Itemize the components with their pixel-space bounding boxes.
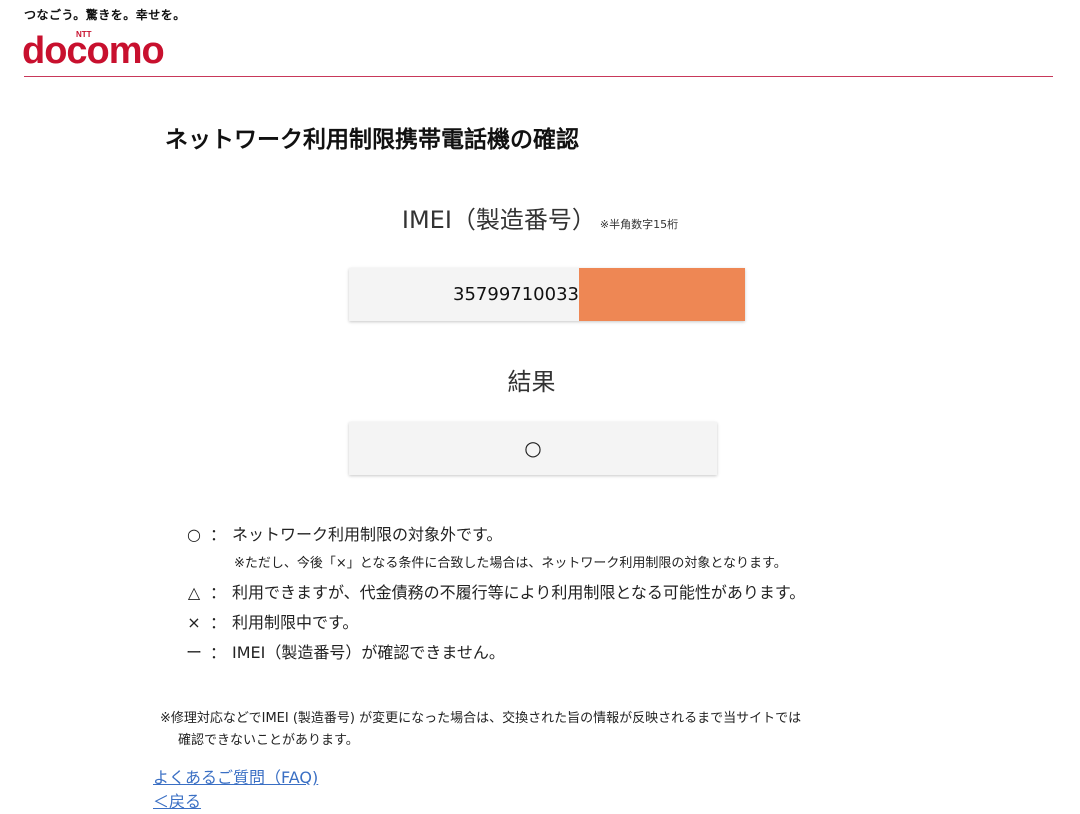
legend-item: △ ： 利用できますが、代金債務の不履行等により利用制限となる可能性があります。 bbox=[184, 578, 944, 608]
logo-wordmark: docomo bbox=[22, 30, 165, 72]
footnote-line: ※修理対応などでIMEI (製造番号) が変更になった場合は、交換された旨の情報… bbox=[160, 711, 802, 726]
legend-text: 利用できますが、代金債務の不履行等により利用制限となる可能性があります。 bbox=[232, 583, 806, 602]
legend-symbol: ○ bbox=[187, 525, 201, 544]
header-divider bbox=[24, 76, 1053, 77]
legend-item: ー ： IMEI（製造番号）が確認できません。 bbox=[184, 638, 944, 668]
imei-display-field: 35799710033 bbox=[349, 268, 745, 321]
legend-colon: ： bbox=[210, 583, 227, 602]
legend-item: ○ ： ネットワーク利用制限の対象外です。 bbox=[184, 520, 944, 550]
footnote-line: 確認できないことがあります。 bbox=[178, 733, 359, 748]
legend-colon: ： bbox=[210, 613, 227, 632]
legend-note-text: ※ただし、今後「×」となる条件に合致した場合は、ネットワーク利用制限の対象となり… bbox=[234, 556, 787, 571]
legend-colon: ： bbox=[210, 525, 227, 544]
imei-format-note: ※半角数字15桁 bbox=[599, 218, 679, 231]
site-header: つなごう。驚きを。幸せを。 NTT docomo bbox=[0, 0, 1080, 80]
page-title: ネットワーク利用制限携帯電話機の確認 bbox=[165, 127, 579, 153]
legend-text: 利用制限中です。 bbox=[232, 613, 359, 632]
legend-symbol: ー bbox=[185, 643, 202, 662]
imei-value: 35799710033 bbox=[453, 284, 579, 305]
back-link[interactable]: ＜戻る bbox=[153, 788, 201, 812]
legend-text: ネットワーク利用制限の対象外です。 bbox=[232, 525, 503, 544]
legend-sub-note: ※ただし、今後「×」となる条件に合致した場合は、ネットワーク利用制限の対象となり… bbox=[184, 550, 944, 578]
result-display-field: ○ bbox=[349, 422, 717, 475]
legend-text: IMEI（製造番号）が確認できません。 bbox=[232, 643, 505, 662]
imei-label: IMEI（製造番号） bbox=[401, 206, 596, 234]
result-label: 結果 bbox=[507, 368, 556, 396]
result-legend: ○ ： ネットワーク利用制限の対象外です。 ※ただし、今後「×」となる条件に合致… bbox=[184, 520, 944, 668]
faq-link[interactable]: よくあるご質問（FAQ) bbox=[153, 764, 318, 788]
imei-label-row: IMEI（製造番号） ※半角数字15桁 bbox=[0, 200, 1080, 235]
redaction-block bbox=[579, 268, 745, 321]
legend-item: × ： 利用制限中です。 bbox=[184, 608, 944, 638]
legend-symbol: △ bbox=[187, 583, 201, 602]
footnote: ※修理対応などでIMEI (製造番号) が変更になった場合は、交換された旨の情報… bbox=[160, 708, 940, 752]
legend-symbol: × bbox=[187, 613, 201, 632]
result-value: ○ bbox=[524, 436, 542, 460]
legend-colon: ： bbox=[210, 643, 227, 662]
docomo-logo[interactable]: NTT docomo bbox=[22, 18, 184, 70]
